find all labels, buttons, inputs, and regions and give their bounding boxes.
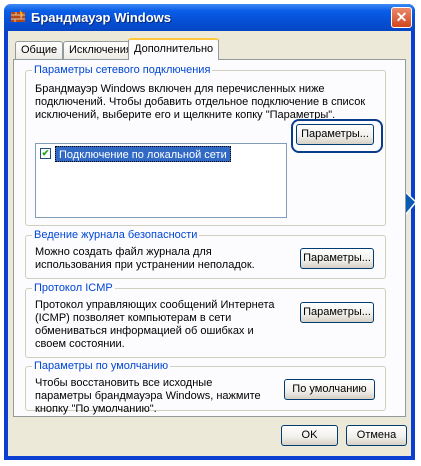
network-settings-group: Параметры сетевого подключения Брандмауэ… [25, 64, 386, 226]
title-bar[interactable]: Брандмауэр Windows ✕ [4, 4, 415, 31]
tab-panel-advanced: Параметры сетевого подключения Брандмауэ… [13, 59, 406, 417]
dialog-body: Общие Исключения Дополнительно Параметры… [8, 31, 411, 456]
restore-defaults-button[interactable]: По умолчанию [284, 379, 375, 400]
icmp-description: Протокол управляющих сообщений Интернета… [35, 299, 275, 350]
tab-general[interactable]: Общие [15, 41, 64, 59]
logging-settings-button[interactable]: Параметры... [300, 248, 374, 269]
window-title: Брандмауэр Windows [31, 10, 172, 25]
connections-list[interactable]: ✔ Подключение по локальной сети [35, 143, 287, 218]
icmp-settings-button[interactable]: Параметры... [300, 302, 374, 323]
icmp-legend: Протокол ICMP [32, 282, 115, 294]
firewall-window: Брандмауэр Windows ✕ Общие Исключения До… [4, 4, 415, 460]
network-settings-button[interactable]: Параметры... [296, 124, 374, 145]
ok-button[interactable]: OK [281, 425, 338, 446]
security-log-group: Ведение журнала безопасности Можно созда… [25, 229, 386, 279]
defaults-description: Чтобы восстановить все исходные параметр… [35, 377, 261, 415]
defaults-group: Параметры по умолчанию Чтобы восстановит… [25, 360, 386, 415]
list-item[interactable]: ✔ Подключение по локальной сети [38, 146, 284, 162]
network-description: Брандмауэр Windows включен для перечисле… [35, 83, 366, 121]
security-log-legend: Ведение журнала безопасности [32, 229, 200, 241]
tab-exceptions[interactable]: Исключения [63, 41, 138, 59]
connection-checkbox[interactable]: ✔ [40, 148, 51, 159]
defaults-legend: Параметры по умолчанию [32, 360, 171, 372]
icmp-group: Протокол ICMP Протокол управляющих сообщ… [25, 282, 386, 358]
cancel-button[interactable]: Отмена [346, 425, 407, 446]
firewall-icon [11, 10, 25, 22]
network-settings-legend: Параметры сетевого подключения [32, 64, 213, 76]
tab-advanced[interactable]: Дополнительно [128, 38, 220, 60]
close-button[interactable]: ✕ [391, 7, 412, 28]
security-log-description: Можно создать файл журнала для использов… [35, 246, 255, 271]
connection-label[interactable]: Подключение по локальной сети [55, 146, 231, 162]
